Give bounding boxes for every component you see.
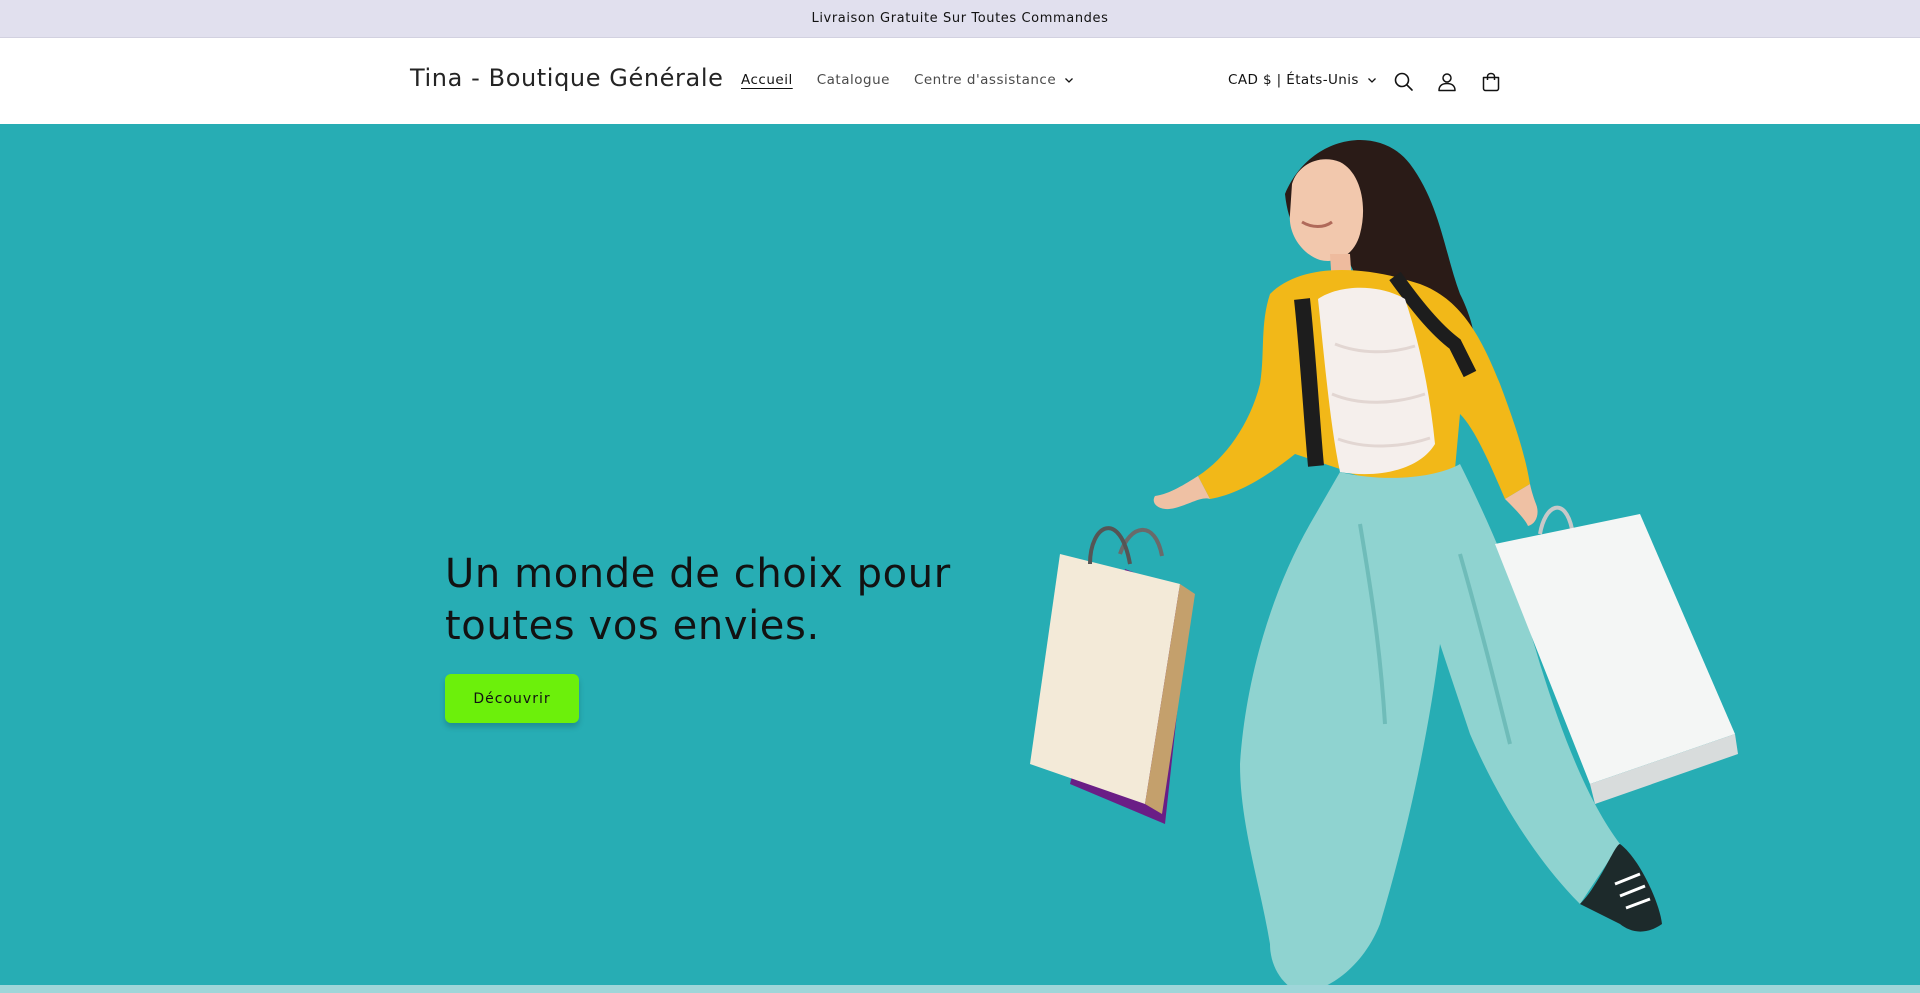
hero-bottom-divider bbox=[0, 985, 1920, 993]
account-button[interactable] bbox=[1433, 68, 1461, 96]
country-currency-label: CAD $ | États-Unis bbox=[1228, 72, 1359, 88]
store-logo[interactable]: Tina - Boutique Générale bbox=[410, 64, 723, 92]
hero-banner: Un monde de choix pour toutes vos envies… bbox=[0, 124, 1920, 993]
announcement-text: Livraison Gratuite Sur Toutes Commandes bbox=[811, 11, 1109, 26]
nav-item-accueil[interactable]: Accueil bbox=[741, 72, 793, 88]
cart-button[interactable] bbox=[1477, 68, 1505, 96]
chevron-down-icon bbox=[1065, 78, 1074, 83]
search-button[interactable] bbox=[1390, 68, 1418, 96]
nav-item-label: Centre d'assistance bbox=[913, 72, 1057, 88]
country-currency-selector[interactable]: CAD $ | États-Unis bbox=[1228, 72, 1377, 88]
announcement-bar: Livraison Gratuite Sur Toutes Commandes bbox=[0, 0, 1920, 38]
nav-item-centre-assistance[interactable]: Centre d'assistance bbox=[914, 72, 1074, 88]
nav-item-catalogue[interactable]: Catalogue bbox=[817, 72, 890, 88]
hero-heading: Un monde de choix pour toutes vos envies… bbox=[445, 551, 951, 649]
search-icon bbox=[1394, 72, 1413, 91]
nav-item-label: Accueil bbox=[741, 72, 793, 88]
chevron-down-icon bbox=[1367, 78, 1376, 83]
nav-item-label: Catalogue bbox=[816, 72, 890, 88]
discover-button[interactable]: Découvrir bbox=[445, 674, 579, 723]
site-header: Tina - Boutique Générale Accueil Catalog… bbox=[0, 38, 1920, 124]
main-nav: Accueil Catalogue Centre d'assistance bbox=[741, 72, 1098, 88]
account-icon bbox=[1438, 73, 1456, 92]
cart-icon bbox=[1482, 72, 1500, 92]
